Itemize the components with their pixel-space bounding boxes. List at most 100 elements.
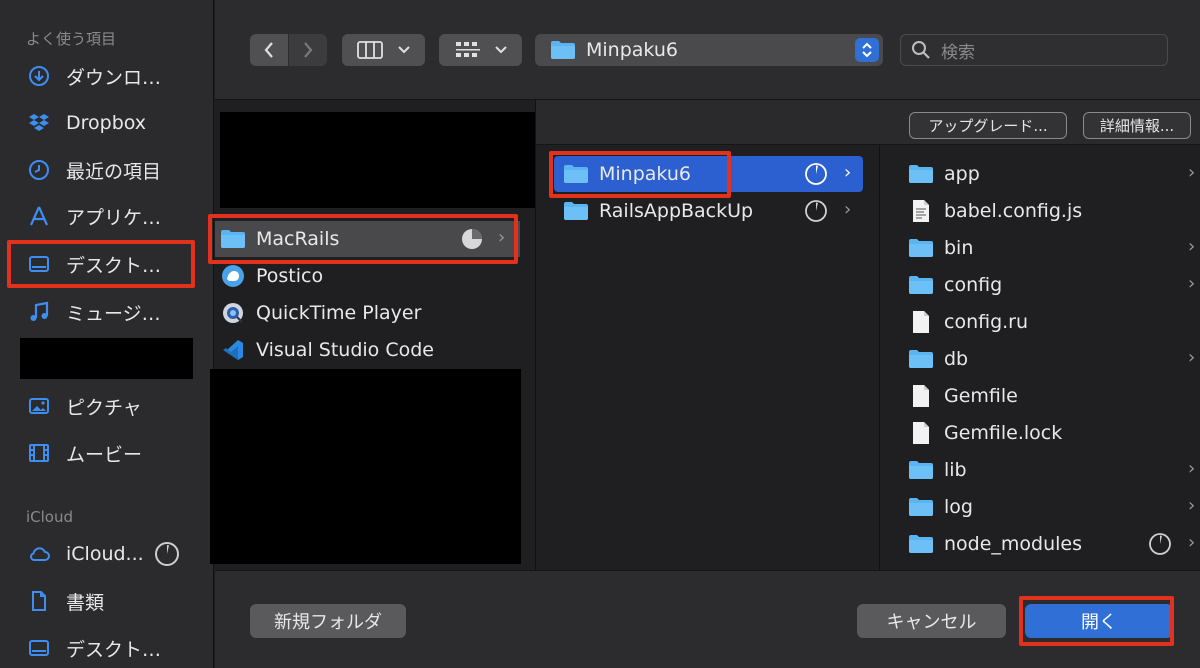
forward-button[interactable] [289, 34, 327, 66]
item-label: db [944, 348, 969, 370]
folder-icon [220, 227, 246, 251]
list-item[interactable]: Gemfile [908, 378, 1200, 414]
back-button[interactable] [250, 34, 288, 66]
chevron-right-icon: › [844, 199, 852, 220]
chevron-right-icon: › [844, 162, 852, 183]
list-item-quicktime[interactable]: QuickTime Player [220, 295, 421, 331]
sidebar-item-label: ムービー [66, 443, 143, 466]
folder-icon [908, 162, 934, 186]
item-label: config [944, 274, 1003, 296]
sidebar-item-music[interactable]: ミュージ… [26, 294, 161, 330]
list-item[interactable]: lib › [908, 452, 1200, 488]
list-item[interactable]: node_modules › [908, 526, 1200, 562]
item-label: app [944, 163, 980, 185]
sync-progress-icon [154, 541, 180, 567]
sidebar-item-icloud-drive[interactable]: iCloud... [26, 536, 180, 572]
new-folder-button[interactable]: 新規フォルダ [250, 604, 406, 638]
item-label: Postico [256, 265, 324, 287]
sidebar-item-label: 書類 [66, 591, 105, 614]
chevron-left-icon [264, 42, 273, 58]
open-button[interactable]: 開く [1025, 604, 1173, 638]
pictures-icon [26, 393, 52, 419]
list-item[interactable]: babel.config.js [908, 193, 1200, 229]
sync-progress-icon [804, 199, 828, 223]
sidebar-item-recents[interactable]: 最近の項目 [26, 152, 161, 188]
folder-icon [908, 273, 934, 297]
music-icon [26, 299, 52, 325]
list-item[interactable]: db › [908, 341, 1200, 377]
chevron-right-icon [304, 42, 313, 58]
document-icon [26, 588, 52, 614]
item-label: Gemfile [944, 385, 1018, 407]
folder-icon [908, 458, 934, 482]
desktop-highlight-box [7, 240, 195, 288]
bottom-bar: 新規フォルダ キャンセル 開く [215, 570, 1200, 668]
search-icon [912, 41, 930, 59]
list-item-postico[interactable]: Postico [220, 258, 323, 294]
cancel-button[interactable]: キャンセル [857, 604, 1006, 638]
list-item-macrails[interactable]: MacRails › [215, 221, 520, 257]
group-button[interactable] [439, 34, 522, 66]
path-popup-button[interactable]: Minpaku6 [535, 34, 883, 66]
chevron-right-icon: › [1188, 162, 1196, 183]
file-icon [908, 384, 934, 408]
item-label: lib [944, 459, 967, 481]
redacted-block [220, 112, 535, 208]
redacted-block [20, 338, 193, 379]
favorites-section-title: よく使う項目 [26, 30, 117, 48]
sidebar-item-movies[interactable]: ムービー [26, 435, 142, 471]
sidebar-item-documents[interactable]: 書類 [26, 583, 104, 619]
chevron-right-icon: › [1188, 495, 1196, 516]
item-label: node_modules [944, 533, 1083, 555]
sidebar-item-pictures[interactable]: ピクチャ [26, 388, 142, 424]
upgrade-button[interactable]: アップグレード... [909, 112, 1067, 139]
sidebar-item-label: Dropbox [66, 112, 147, 134]
quicktime-app-icon [220, 301, 246, 325]
search-placeholder: 検索 [941, 42, 975, 63]
details-button[interactable]: 詳細情報... [1083, 112, 1191, 139]
columns-view-icon [356, 41, 383, 59]
chevron-right-icon: › [1188, 236, 1196, 257]
dropbox-icon [26, 110, 52, 136]
chevron-right-icon: › [498, 227, 506, 248]
list-item[interactable]: log › [908, 489, 1200, 525]
list-item[interactable]: config.ru [908, 304, 1200, 340]
sidebar-item-label: デスクト… [66, 638, 162, 661]
list-item-railsappbackup[interactable]: RailsAppBackUp › [563, 193, 863, 229]
item-label: Visual Studio Code [256, 339, 434, 361]
sidebar-item-label: iCloud... [66, 543, 144, 565]
toolbar: Minpaku6 検索 [215, 0, 1200, 100]
view-mode-button[interactable] [342, 34, 425, 66]
file-icon [908, 421, 934, 445]
movies-icon [26, 440, 52, 466]
folder-icon [563, 162, 589, 186]
sidebar-item-icloud-desktop[interactable]: デスクト… [26, 630, 161, 666]
column-2: Minpaku6 › RailsAppBackUp › [536, 145, 879, 570]
item-label: bin [944, 237, 974, 259]
sidebar-item-applications[interactable]: アプリケ… [26, 198, 161, 234]
list-item-minpaku6[interactable]: Minpaku6 › [554, 156, 863, 192]
search-field[interactable]: 検索 [900, 34, 1168, 66]
grid-group-icon [455, 42, 480, 57]
folder-icon [908, 495, 934, 519]
sidebar-item-dropbox[interactable]: Dropbox [26, 105, 146, 141]
sidebar-item-label: ダウンロ… [66, 66, 162, 89]
list-item[interactable]: app › [908, 156, 1200, 192]
item-label: config.ru [944, 311, 1029, 333]
sidebar-item-label: アプリケ… [66, 206, 162, 229]
folder-icon [563, 199, 589, 223]
sidebar-item-label: ピクチャ [66, 396, 142, 419]
chevron-right-icon: › [1188, 458, 1196, 479]
list-item[interactable]: config › [908, 267, 1200, 303]
file-icon [908, 199, 934, 223]
sidebar-item-downloads[interactable]: ダウンロ… [26, 58, 161, 94]
path-label: Minpaku6 [586, 39, 678, 61]
column-3: app › babel.config.js bin › config › config.ru d… [880, 145, 1200, 570]
list-item-vscode[interactable]: Visual Studio Code [220, 332, 434, 368]
file-icon [908, 310, 934, 334]
sync-progress-icon [1148, 532, 1172, 556]
sidebar-item-label: 最近の項目 [66, 160, 162, 183]
applications-icon [26, 203, 52, 229]
list-item[interactable]: bin › [908, 230, 1200, 266]
list-item[interactable]: Gemfile.lock [908, 415, 1200, 451]
